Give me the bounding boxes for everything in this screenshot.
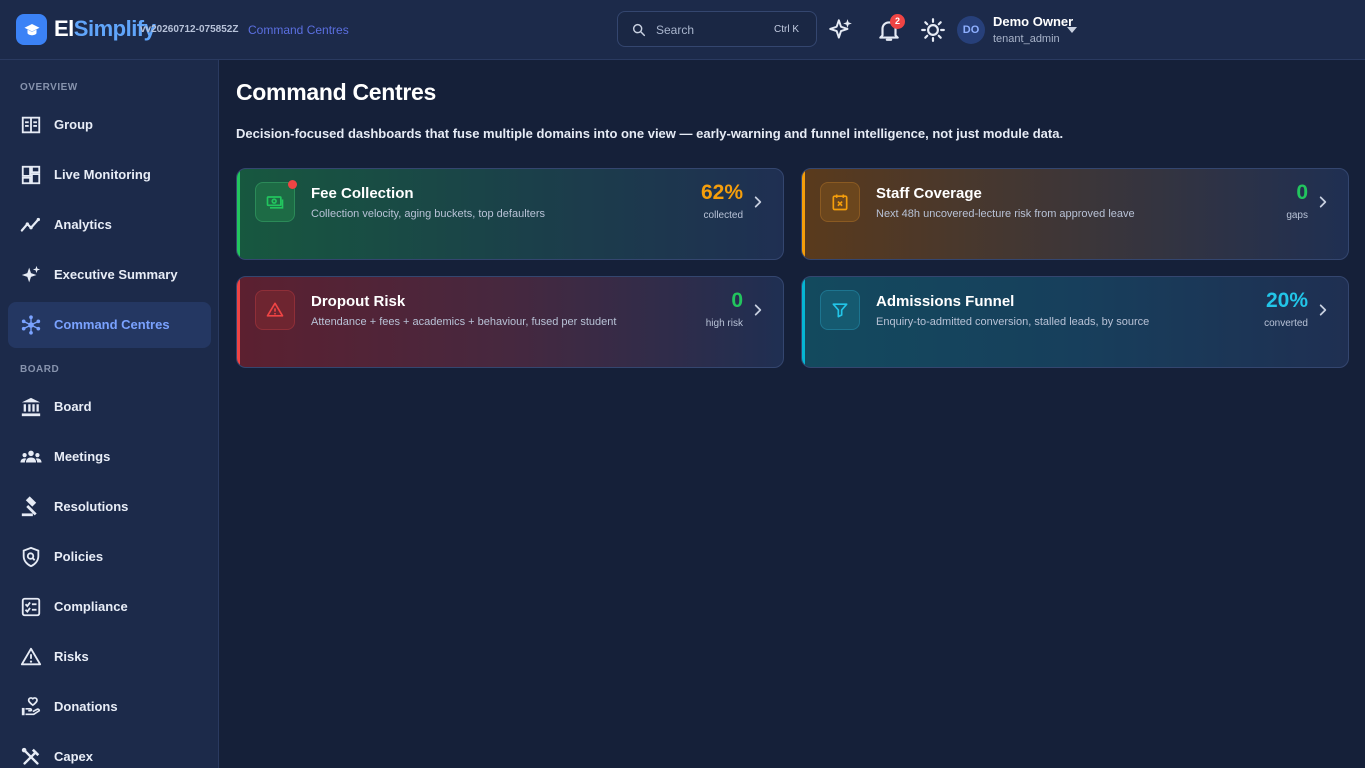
sidebar-item-label: Live Monitoring [54,167,151,182]
institution-icon [21,397,41,417]
analytics-icon [20,217,40,232]
chevron-right-icon[interactable] [1316,303,1330,317]
sidebar-item-label: Executive Summary [54,267,178,282]
people-icon [20,450,42,463]
sidebar-item-label: Donations [54,699,118,714]
card-dropout-risk[interactable]: Dropout Risk Attendance + fees + academi… [236,276,784,368]
sidebar-item-risks[interactable]: Risks [8,634,211,680]
sidebar-item-command-centres[interactable]: Command Centres [8,302,211,348]
sidebar-item-label: Meetings [54,449,111,464]
sidebar-item-label: Analytics [54,217,112,232]
card-unit: gaps [1286,210,1308,221]
card-accent [802,277,805,367]
card-unit: high risk [705,318,743,329]
ai-sparkle-icon[interactable] [828,17,854,43]
card-staff-coverage[interactable]: Staff Coverage Next 48h uncovered-lectur… [801,168,1349,260]
logo-icon[interactable] [16,14,47,45]
search-shortcut: Ctrl K [774,24,799,35]
theme-sun-icon[interactable] [920,17,946,43]
sidebar-item-live-monitoring[interactable]: Live Monitoring [8,152,211,198]
sidebar-item-label: Board [54,399,92,414]
sidebar-item-donations[interactable]: Donations [8,684,211,730]
brand-part-1: El [54,16,74,41]
hub-icon [21,315,41,335]
card-unit: converted [1264,318,1308,329]
sidebar-item-group[interactable]: Group [8,102,211,148]
notification-badge: 2 [890,14,905,29]
sparkle-icon [21,265,41,283]
card-subtitle: Attendance + fees + academics + behaviou… [311,316,617,328]
sidebar-item-capex[interactable]: Capex [8,734,211,768]
sidebar-item-compliance[interactable]: Compliance [8,584,211,630]
card-title: Admissions Funnel [876,293,1015,310]
tools-icon [21,747,40,765]
sidebar-item-label: Capex [54,749,94,764]
card-value: 62% [700,181,743,204]
version-label: vv20260712-075852Z [140,24,239,35]
alert-dot [288,180,297,189]
warning-icon [255,290,295,330]
card-accent [237,277,240,367]
card-subtitle: Collection velocity, aging buckets, top … [311,208,545,220]
card-subtitle: Enquiry-to-admitted conversion, stalled … [876,316,1150,328]
avatar[interactable]: DO [957,16,985,44]
sidebar-item-label: Policies [54,549,104,564]
card-value: 0 [731,289,743,312]
checklist-icon [21,597,41,617]
card-value: 0 [1296,181,1308,204]
card-accent [802,169,805,259]
page-title: Command Centres [236,79,436,105]
chevron-right-icon[interactable] [1316,195,1330,209]
card-admissions-funnel[interactable]: Admissions Funnel Enquiry-to-admitted co… [801,276,1349,368]
chevron-right-icon[interactable] [751,303,765,317]
sidebar-item-resolutions[interactable]: Resolutions [8,484,211,530]
user-name[interactable]: Demo Owner [993,14,1073,29]
sidebar-item-label: Command Centres [54,317,170,332]
sidebar-item-label: Resolutions [54,499,129,514]
card-title: Dropout Risk [311,293,406,310]
search-box[interactable]: Search Ctrl K [617,11,817,47]
search-icon [632,23,646,37]
dashboard-icon [21,165,41,185]
calendar-x-icon [820,182,860,222]
card-value: 20% [1265,289,1308,312]
sidebar-section-board: BOARD [20,364,60,375]
top-bar: ElSimplify vv20260712-075852Z Command Ce… [0,0,1365,60]
page-description: Decision-focused dashboards that fuse mu… [236,126,1064,141]
card-unit: collected [703,210,743,221]
breadcrumb[interactable]: Command Centres [248,23,349,37]
sidebar-item-analytics[interactable]: Analytics [8,202,211,248]
user-role: tenant_admin [993,33,1060,45]
chevron-right-icon[interactable] [751,195,765,209]
sidebar-item-label: Compliance [54,599,128,614]
group-icon [21,116,41,134]
warning-icon [20,647,42,666]
sidebar-item-meetings[interactable]: Meetings [8,434,211,480]
sidebar-section-overview: OVERVIEW [20,82,78,93]
sidebar-item-label: Risks [54,649,89,664]
card-subtitle: Next 48h uncovered-lecture risk from app… [876,208,1135,220]
card-title: Staff Coverage [876,185,982,202]
gavel-icon [21,496,37,517]
sidebar-item-label: Group [54,117,93,132]
search-placeholder: Search [656,23,695,37]
policy-icon [22,546,40,568]
sidebar: OVERVIEW Group Live Monitoring Analytics… [0,60,219,768]
card-accent [237,169,240,259]
card-fee-collection[interactable]: Fee Collection Collection velocity, agin… [236,168,784,260]
funnel-icon [820,290,860,330]
card-title: Fee Collection [311,185,414,202]
sidebar-item-board[interactable]: Board [8,384,211,430]
donation-icon [21,697,41,716]
sidebar-item-policies[interactable]: Policies [8,534,211,580]
chevron-down-icon[interactable] [1067,27,1077,33]
sidebar-item-executive-summary[interactable]: Executive Summary [8,252,211,298]
